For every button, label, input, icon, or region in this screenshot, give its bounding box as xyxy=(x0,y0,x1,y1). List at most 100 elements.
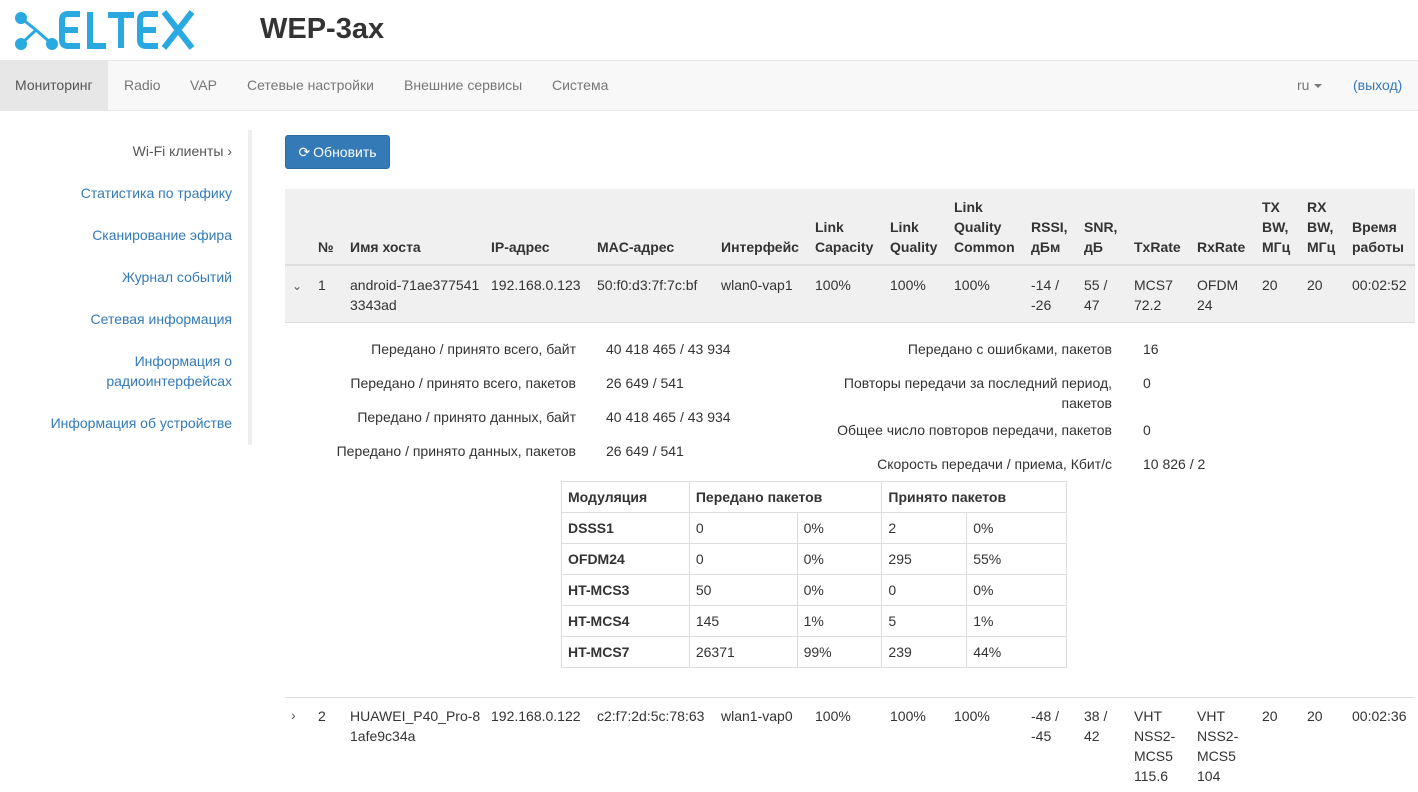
col-rx-bw: RX BW, МГц xyxy=(1307,199,1336,255)
nav-external-services[interactable]: Внешние сервисы xyxy=(389,61,537,110)
eltex-logo xyxy=(15,10,195,50)
detail-value: 40 418 465 / 43 934 xyxy=(606,341,731,357)
row-txrate: MCS7 72.2 xyxy=(1134,277,1173,313)
sidebar-item-network-info[interactable]: Сетевая информация xyxy=(2,309,232,329)
row-snr: 38 / 42 xyxy=(1084,708,1108,744)
refresh-icon: ⟳ xyxy=(298,144,311,160)
language-dropdown[interactable]: ru xyxy=(1282,61,1337,110)
col-mac: MAC-адрес xyxy=(597,239,675,255)
row-link-capacity: 100% xyxy=(815,708,851,724)
col-txrate: TxRate xyxy=(1134,239,1181,255)
sidebar-item-wifi-clients[interactable]: Wi-Fi клиенты › xyxy=(2,141,232,161)
row-mac: c2:f7:2d:5c:78:63 xyxy=(597,708,705,724)
sidebar-item-traffic-stats[interactable]: Статистика по трафику xyxy=(2,183,232,203)
table-row: DSSS1 0 0% 2 0% xyxy=(561,512,1067,544)
detail-label: Передано / принято данных, пакетов xyxy=(336,443,576,459)
logout-link[interactable]: (выход) xyxy=(1338,61,1417,110)
row-rssi: -48 / -45 xyxy=(1031,708,1060,744)
mod-name: HT-MCS3 xyxy=(561,574,690,606)
col-host: Имя хоста xyxy=(350,239,421,255)
row-interface: wlan0-vap1 xyxy=(721,277,793,293)
col-uptime: Время работы xyxy=(1352,219,1405,255)
detail-value: 0 xyxy=(1143,422,1151,438)
col-tx-bw: TX BW, МГц xyxy=(1262,199,1291,255)
mod-col-rx: Принято пакетов xyxy=(881,481,1067,513)
mod-name: OFDM24 xyxy=(561,543,690,575)
header: WEP-3ax xyxy=(0,0,1418,60)
mod-rx-pct: 0% xyxy=(966,574,1067,606)
row-link-quality: 100% xyxy=(890,277,926,293)
sidebar-item-radio-info[interactable]: Информация о радиоинтерфейсах xyxy=(32,351,232,391)
row-rxrate: OFDM 24 xyxy=(1197,277,1239,313)
mod-rx: 2 xyxy=(881,512,968,544)
detail-value: 40 418 465 / 43 934 xyxy=(606,409,731,425)
mod-tx-pct: 99% xyxy=(796,636,883,668)
detail-label: Передано / принято всего, пакетов xyxy=(350,375,576,391)
row-tx-bw: 20 xyxy=(1262,277,1278,293)
table-row: HT-MCS7 26371 99% 239 44% xyxy=(561,636,1067,668)
row-link-capacity: 100% xyxy=(815,277,851,293)
mod-rx-pct: 0% xyxy=(966,512,1067,544)
mod-tx: 0 xyxy=(688,512,798,544)
mod-rx: 239 xyxy=(881,636,968,668)
nav-vap[interactable]: VAP xyxy=(175,61,232,110)
mod-rx: 295 xyxy=(881,543,968,575)
sidebar-item-device-info[interactable]: Информация об устройстве xyxy=(2,413,232,433)
chevron-down-icon[interactable]: ⌄ xyxy=(292,279,302,293)
mod-name: HT-MCS4 xyxy=(561,605,690,637)
chevron-right-icon[interactable]: › xyxy=(291,707,296,723)
detail-label: Передано с ошибками, пакетов xyxy=(907,341,1112,357)
detail-label: Скорость передачи / приема, Кбит/с xyxy=(877,456,1112,472)
mod-tx-pct: 0% xyxy=(796,543,883,575)
mod-rx-pct: 44% xyxy=(966,636,1067,668)
mod-tx-pct: 0% xyxy=(796,574,883,606)
nav-network-settings[interactable]: Сетевые настройки xyxy=(232,61,389,110)
sidebar-item-event-log[interactable]: Журнал событий xyxy=(2,267,232,287)
row-num: 2 xyxy=(318,708,326,724)
product-title: WEP-3ax xyxy=(260,13,385,45)
refresh-label: Обновить xyxy=(313,144,377,160)
row-txrate: VHT NSS2-MCS5 115.6 xyxy=(1134,708,1176,784)
detail-label: Повторы передачи за последний период, па… xyxy=(843,375,1112,411)
row-num: 1 xyxy=(318,277,326,293)
refresh-button[interactable]: ⟳ Обновить xyxy=(285,135,390,169)
row-mac: 50:f0:d3:7f:7c:bf xyxy=(597,277,698,293)
row-rx-bw: 20 xyxy=(1307,277,1323,293)
row-uptime: 00:02:52 xyxy=(1352,277,1407,293)
mod-tx: 26371 xyxy=(688,636,798,668)
col-lq-common: Link Quality Common xyxy=(954,199,1015,255)
detail-value: 10 826 / 2 xyxy=(1143,456,1206,472)
row-tx-bw: 20 xyxy=(1262,708,1278,724)
nav-radio[interactable]: Radio xyxy=(109,61,176,110)
mod-rx: 5 xyxy=(881,605,968,637)
row-interface: wlan1-vap0 xyxy=(721,708,793,724)
col-rxrate: RxRate xyxy=(1197,239,1246,255)
row-host: android-71ae3775413343ad xyxy=(350,277,480,313)
nav-system[interactable]: Система xyxy=(537,61,623,110)
mod-tx-pct: 0% xyxy=(796,512,883,544)
mod-rx-pct: 55% xyxy=(966,543,1067,575)
language-label: ru xyxy=(1297,77,1310,93)
chevron-down-icon xyxy=(1314,84,1323,89)
mod-tx: 145 xyxy=(688,605,798,637)
nav-monitoring[interactable]: Мониторинг xyxy=(0,61,108,110)
mod-col-modulation: Модуляция xyxy=(561,481,690,513)
detail-label: Передано / принято всего, байт xyxy=(371,341,576,357)
mod-name: DSSS1 xyxy=(561,512,690,544)
row-lq-common: 100% xyxy=(954,277,990,293)
mod-rx: 0 xyxy=(881,574,968,606)
sidebar-item-air-scan[interactable]: Сканирование эфира xyxy=(2,225,232,245)
row-rxrate: VHT NSS2-MCS5 104 xyxy=(1197,708,1239,784)
row-link-quality: 100% xyxy=(890,708,926,724)
table-row: OFDM24 0 0% 295 55% xyxy=(561,543,1067,575)
row-lq-common: 100% xyxy=(954,708,990,724)
top-navbar: Мониторинг Radio VAP Сетевые настройки В… xyxy=(0,60,1418,111)
row-uptime: 00:02:36 xyxy=(1352,708,1407,724)
detail-label: Общее число повторов передачи, пакетов xyxy=(837,422,1112,438)
detail-value: 16 xyxy=(1143,341,1159,357)
mod-tx: 0 xyxy=(688,543,798,575)
modulation-header-row: Модуляция Передано пакетов Принято пакет… xyxy=(561,481,1067,513)
col-interface: Интерфейс xyxy=(721,239,799,255)
row-divider xyxy=(285,697,1415,698)
sidebar: Wi-Fi клиенты › Статистика по трафику Ск… xyxy=(0,130,252,445)
